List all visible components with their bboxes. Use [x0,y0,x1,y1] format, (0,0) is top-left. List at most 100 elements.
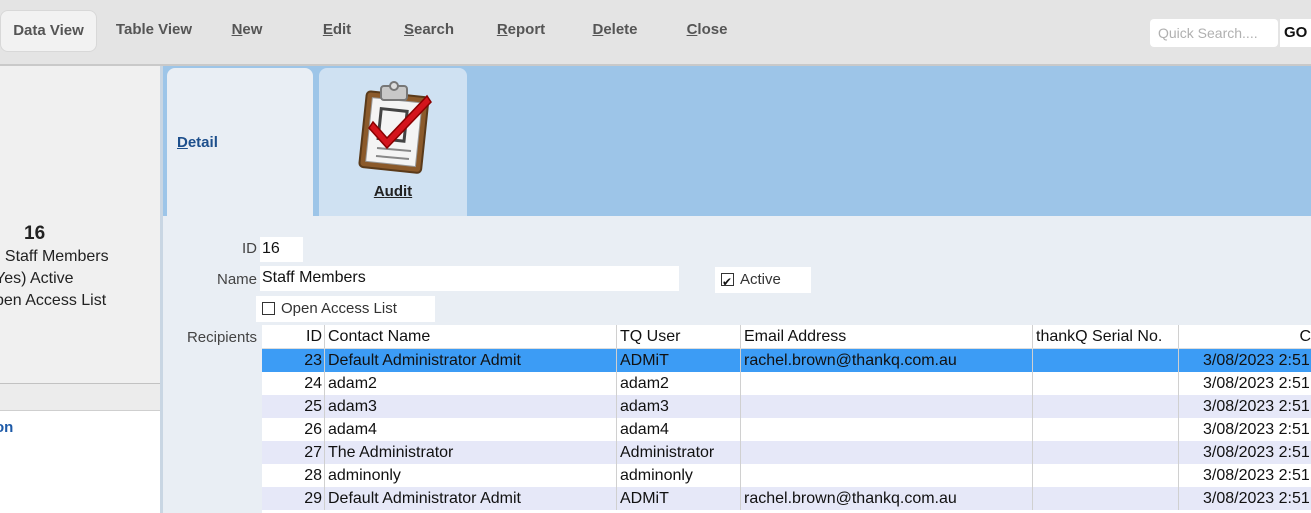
summary-active: Yes) Active [0,270,74,287]
record-summary: 16 : Staff Members Yes) Active pen Acces… [0,66,160,384]
cell-serial [1033,487,1179,510]
col-email-header[interactable]: Email Address [741,325,1033,348]
col-serial-header[interactable]: thankQ Serial No. [1033,325,1179,348]
recipients-grid[interactable]: ID Contact Name TQ User Email Address th… [262,325,1311,513]
cell-serial [1033,418,1179,441]
col-id-header[interactable]: ID [262,325,325,348]
cell-tq-user: adam3 [617,395,741,418]
summary-name: : Staff Members [0,248,109,265]
cell-contact-name: adminonly [325,464,617,487]
cell-created: 3/08/2023 2:51 [1203,375,1310,392]
cell-email: rachel.brown@thankq.com.au [741,349,1033,372]
cell-tq-user: Administrator [617,441,741,464]
left-panel: 16 : Staff Members Yes) Active pen Acces… [0,66,163,513]
tab-audit[interactable]: Audit [319,68,467,216]
open-access-checkbox[interactable] [262,301,275,315]
toolbar: Data View Table View New Edit Search Rep… [0,0,1311,66]
cell-email: rachel.brown@thankq.com.au [741,487,1033,510]
cell-contact-name: Default Administrator Admit [325,349,617,372]
tab-bar: Detail Audit [163,66,1311,216]
table-row[interactable]: 23 Default Administrator Admit ADMiT rachel… [262,349,1311,372]
open-access-checkbox-wrap[interactable]: Open Access List [256,296,435,322]
new-button[interactable]: New [222,10,272,50]
search-button[interactable]: Search [398,10,460,50]
cell-created: 3/08/2023 2:51 [1203,444,1310,461]
grid-header: ID Contact Name TQ User Email Address th… [262,325,1311,349]
cell-created: 3/08/2023 2:51 [1203,467,1310,484]
name-label: Name [216,271,257,288]
active-checkbox-wrap[interactable]: Active [715,267,811,295]
id-label: ID [242,240,257,257]
cell-tq-user: adminonly [617,464,741,487]
recipients-label: Recipients [186,329,257,346]
report-accesskey: R [496,21,508,38]
cell-tq-user: adam2 [617,372,741,395]
cell-created: 3/08/2023 2:51 [1203,352,1310,369]
search-label: earch [413,21,455,38]
table-row[interactable]: 27 The Administrator Administrator 3/08/202… [262,441,1311,464]
open-access-label: Open Access List [281,300,397,317]
cell-email [741,395,1033,418]
col-contact-header[interactable]: Contact Name [325,325,617,348]
close-label: lose [697,21,728,38]
quick-search-input[interactable] [1150,19,1278,47]
cell-serial [1033,441,1179,464]
table-view-label: Table View [115,21,193,38]
tab-audit-label: Audit [373,183,413,200]
cell-created: 3/08/2023 2:51 [1203,421,1310,438]
data-view-label: Data View [13,22,84,39]
summary-id: 16 [24,223,46,244]
delete-accesskey: D [592,21,604,38]
delete-button[interactable]: Delete [585,10,645,50]
data-view-button[interactable]: Data View [0,10,97,52]
cell-serial [1033,349,1179,372]
close-button[interactable]: Close [680,10,734,50]
table-row[interactable]: 28 adminonly adminonly 3/08/2023 2:51 [262,464,1311,487]
name-field[interactable]: Staff Members [260,266,679,291]
report-label: eport [507,21,546,38]
new-label: ew [242,21,263,38]
detail-form: ID 16 Name Staff Members Active Open Acc… [163,216,1311,513]
tab-detail[interactable]: Detail [167,68,313,216]
active-label: Active [740,271,781,288]
delete-label: elete [603,21,638,38]
left-link[interactable]: on [0,419,13,436]
cell-contact-name: Default Administrator Admit [325,487,617,510]
search-accesskey: S [403,21,414,38]
col-tquser-header[interactable]: TQ User [617,325,741,348]
table-view-button[interactable]: Table View [108,10,200,50]
active-checkbox[interactable] [721,269,734,295]
edit-accesskey: E [322,21,333,38]
table-row[interactable]: 25 adam3 adam3 3/08/2023 2:51 [262,395,1311,418]
cell-serial [1033,464,1179,487]
cell-id: 24 [262,372,325,395]
report-button[interactable]: Report [490,10,552,50]
edit-button[interactable]: Edit [312,10,362,50]
cell-id: 25 [262,395,325,418]
cell-contact-name: The Administrator [325,441,617,464]
cell-email [741,372,1033,395]
cell-created: 3/08/2023 2:51 [1203,398,1310,415]
cell-email [741,418,1033,441]
cell-id: 23 [262,349,325,372]
go-button[interactable]: GO [1280,19,1311,47]
cell-tq-user: ADMiT [617,487,741,510]
table-row[interactable]: 24 adam2 adam2 3/08/2023 2:51 [262,372,1311,395]
table-row[interactable]: 29 Default Administrator Admit ADMiT rachel… [262,487,1311,510]
left-lower-panel: on [0,411,160,513]
cell-tq-user: adam4 [617,418,741,441]
id-field[interactable]: 16 [260,237,303,262]
cell-email [741,464,1033,487]
cell-id: 29 [262,487,325,510]
col-created-header[interactable]: C [1179,325,1311,348]
new-accesskey: N [231,21,243,38]
summary-open-access: pen Access List [0,292,107,309]
cell-created: 3/08/2023 2:51 [1203,490,1310,507]
table-row[interactable]: 26 adam4 adam4 3/08/2023 2:51 [262,418,1311,441]
left-strip [0,384,160,411]
cell-contact-name: adam3 [325,395,617,418]
clipboard-check-icon [358,81,432,174]
cell-serial [1033,395,1179,418]
cell-serial [1033,372,1179,395]
cell-email [741,441,1033,464]
